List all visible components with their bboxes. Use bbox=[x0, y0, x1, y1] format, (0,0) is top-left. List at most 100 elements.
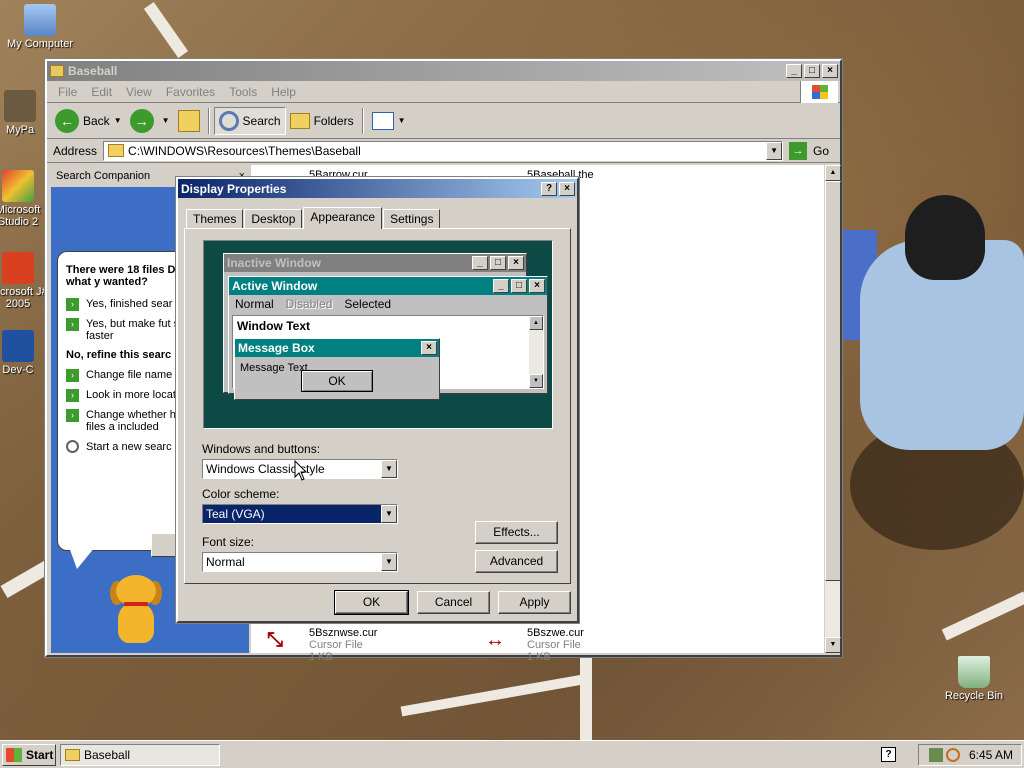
arrow-right-icon: › bbox=[66, 369, 79, 382]
scroll-thumb[interactable] bbox=[825, 181, 841, 581]
font-size-label: Font size: bbox=[202, 535, 255, 549]
menu-favorites[interactable]: Favorites bbox=[159, 85, 222, 99]
windows-buttons-label: Windows and buttons: bbox=[202, 442, 321, 456]
desktop-icon-recycle-bin[interactable]: Recycle Bin bbox=[934, 656, 1014, 702]
go-arrow-icon: → bbox=[789, 141, 808, 160]
arrow-right-icon: › bbox=[66, 389, 79, 402]
back-button[interactable]: ← Back ▼ bbox=[51, 107, 126, 135]
preview-ok-button: OK bbox=[301, 370, 373, 392]
address-dropdown-button[interactable]: ▼ bbox=[766, 141, 783, 160]
preview-message-box: Message Box × Message Text OK bbox=[234, 338, 440, 400]
explorer-titlebar[interactable]: Baseball _ □ × bbox=[47, 61, 840, 81]
back-arrow-icon: ← bbox=[55, 108, 79, 133]
chevron-down-icon[interactable]: ▼ bbox=[381, 505, 397, 523]
views-button[interactable]: ▼ bbox=[368, 107, 410, 135]
list-item[interactable]: ⤡ 5Bsznwse.cur Cursor File 1 KB bbox=[267, 627, 487, 663]
search-tray-icon[interactable] bbox=[945, 748, 960, 762]
mouse-cursor-icon bbox=[294, 460, 308, 481]
close-icon: × bbox=[421, 341, 437, 355]
address-bar: Address C:\WINDOWS\Resources\Themes\Base… bbox=[47, 139, 840, 163]
windows-flag-icon bbox=[6, 747, 22, 762]
font-size-select[interactable]: Normal ▼ bbox=[202, 552, 398, 572]
tab-desktop[interactable]: Desktop bbox=[244, 209, 303, 229]
maximize-icon: □ bbox=[511, 279, 527, 293]
preview-menu-normal: Normal bbox=[235, 297, 274, 311]
dialog-titlebar[interactable]: Display Properties ? × bbox=[178, 179, 577, 198]
menu-view[interactable]: View bbox=[119, 85, 159, 99]
clock[interactable]: 6:45 AM bbox=[969, 748, 1013, 762]
chevron-down-icon: ▼ bbox=[161, 116, 170, 125]
windows-logo-icon bbox=[800, 81, 838, 103]
menu-file[interactable]: File bbox=[51, 85, 84, 99]
advanced-button[interactable]: Advanced bbox=[475, 550, 558, 573]
start-button[interactable]: Start bbox=[2, 743, 56, 766]
arrow-right-icon: › bbox=[66, 298, 79, 311]
dialog-close-button[interactable]: × bbox=[559, 181, 575, 196]
chevron-down-icon[interactable]: ▼ bbox=[381, 460, 397, 478]
close-button[interactable]: × bbox=[822, 64, 838, 78]
forward-button[interactable]: → ▼ bbox=[126, 107, 174, 135]
tab-settings[interactable]: Settings bbox=[383, 209, 441, 229]
vertical-scrollbar[interactable]: ▲ ▼ bbox=[824, 165, 841, 653]
visual-studio-icon bbox=[2, 170, 34, 202]
menu-tools[interactable]: Tools bbox=[222, 85, 264, 99]
system-tray: 6:45 AM bbox=[918, 744, 1022, 766]
resize-horizontal-cursor-icon: ↔ bbox=[485, 629, 505, 651]
folder-icon bbox=[108, 144, 125, 157]
scroll-up-button[interactable]: ▲ bbox=[825, 165, 841, 181]
search-icon bbox=[66, 440, 79, 453]
display-properties-dialog[interactable]: Display Properties ? × Themes Desktop Ap… bbox=[175, 176, 580, 624]
resize-cursor-icon: ⤡ bbox=[267, 629, 283, 651]
network-icon[interactable] bbox=[928, 748, 943, 762]
go-button[interactable]: → Go bbox=[789, 141, 829, 160]
menu-edit[interactable]: Edit bbox=[84, 85, 119, 99]
search-icon bbox=[218, 110, 239, 131]
taskbar: Start Baseball ? 6:45 AM bbox=[0, 740, 1024, 768]
ok-button[interactable]: OK bbox=[334, 590, 409, 615]
views-icon bbox=[371, 111, 394, 130]
address-label: Address bbox=[53, 143, 98, 158]
folders-button[interactable]: Folders bbox=[286, 107, 358, 135]
taskbar-item-baseball[interactable]: Baseball bbox=[60, 743, 220, 766]
menu-help[interactable]: Help bbox=[264, 85, 303, 99]
desktop-icon-visual-studio[interactable]: Microsoft Studio 2 bbox=[0, 170, 50, 228]
color-scheme-select[interactable]: Teal (VGA) ▼ bbox=[202, 504, 398, 524]
desktop-icon-mypa[interactable]: MyPa bbox=[0, 90, 50, 136]
minimize-icon: _ bbox=[472, 256, 488, 270]
chevron-down-icon: ▼ bbox=[113, 116, 122, 125]
apply-button[interactable]: Apply bbox=[498, 591, 571, 614]
scroll-down-button[interactable]: ▼ bbox=[825, 637, 841, 653]
folder-up-icon bbox=[177, 109, 200, 132]
up-button[interactable] bbox=[174, 107, 204, 135]
effects-button[interactable]: Effects... bbox=[475, 521, 558, 544]
chevron-down-icon[interactable]: ▼ bbox=[381, 553, 397, 571]
preview-menu-disabled: Disabled bbox=[285, 297, 333, 311]
explorer-menubar: File Edit View Favorites Tools Help bbox=[47, 81, 840, 103]
preview-menu-selected: Selected bbox=[344, 297, 392, 311]
desktop-icon-jsharp[interactable]: Microsoft J# 2005 bbox=[0, 252, 50, 310]
arrow-right-icon: › bbox=[66, 409, 79, 422]
forward-arrow-icon: → bbox=[129, 108, 154, 133]
address-input[interactable]: C:\WINDOWS\Resources\Themes\Baseball ▼ bbox=[103, 140, 784, 161]
chevron-down-icon: ▼ bbox=[397, 116, 406, 125]
maximize-button[interactable]: □ bbox=[804, 64, 820, 78]
desktop-icon-devc[interactable]: Dev-C bbox=[0, 330, 50, 376]
minimize-button[interactable]: _ bbox=[786, 64, 802, 78]
appearance-preview: Inactive Window _ □ × Active Window _ □ … bbox=[203, 240, 553, 429]
explorer-toolbar: ← Back ▼ → ▼ Search Folders ▼ bbox=[47, 103, 840, 139]
computer-icon bbox=[24, 4, 56, 36]
help-button[interactable]: ? bbox=[541, 181, 557, 196]
minimize-icon: _ bbox=[493, 279, 509, 293]
tab-themes[interactable]: Themes bbox=[186, 209, 244, 229]
preview-inactive-title: Inactive Window bbox=[227, 256, 321, 270]
tab-appearance[interactable]: Appearance bbox=[303, 207, 383, 229]
search-dog-icon[interactable] bbox=[106, 575, 166, 650]
list-item[interactable]: ↔ 5Bszwe.cur Cursor File 1 KB bbox=[485, 627, 705, 663]
cancel-button[interactable]: Cancel bbox=[417, 591, 490, 614]
help-icon[interactable]: ? bbox=[881, 747, 896, 762]
search-button[interactable]: Search bbox=[213, 106, 286, 135]
color-scheme-label: Color scheme: bbox=[202, 487, 280, 501]
dialog-tabs: Themes Desktop Appearance Settings bbox=[186, 207, 441, 229]
appearance-panel: Inactive Window _ □ × Active Window _ □ … bbox=[184, 228, 571, 584]
desktop-icon-my-computer[interactable]: My Computer bbox=[0, 4, 80, 50]
